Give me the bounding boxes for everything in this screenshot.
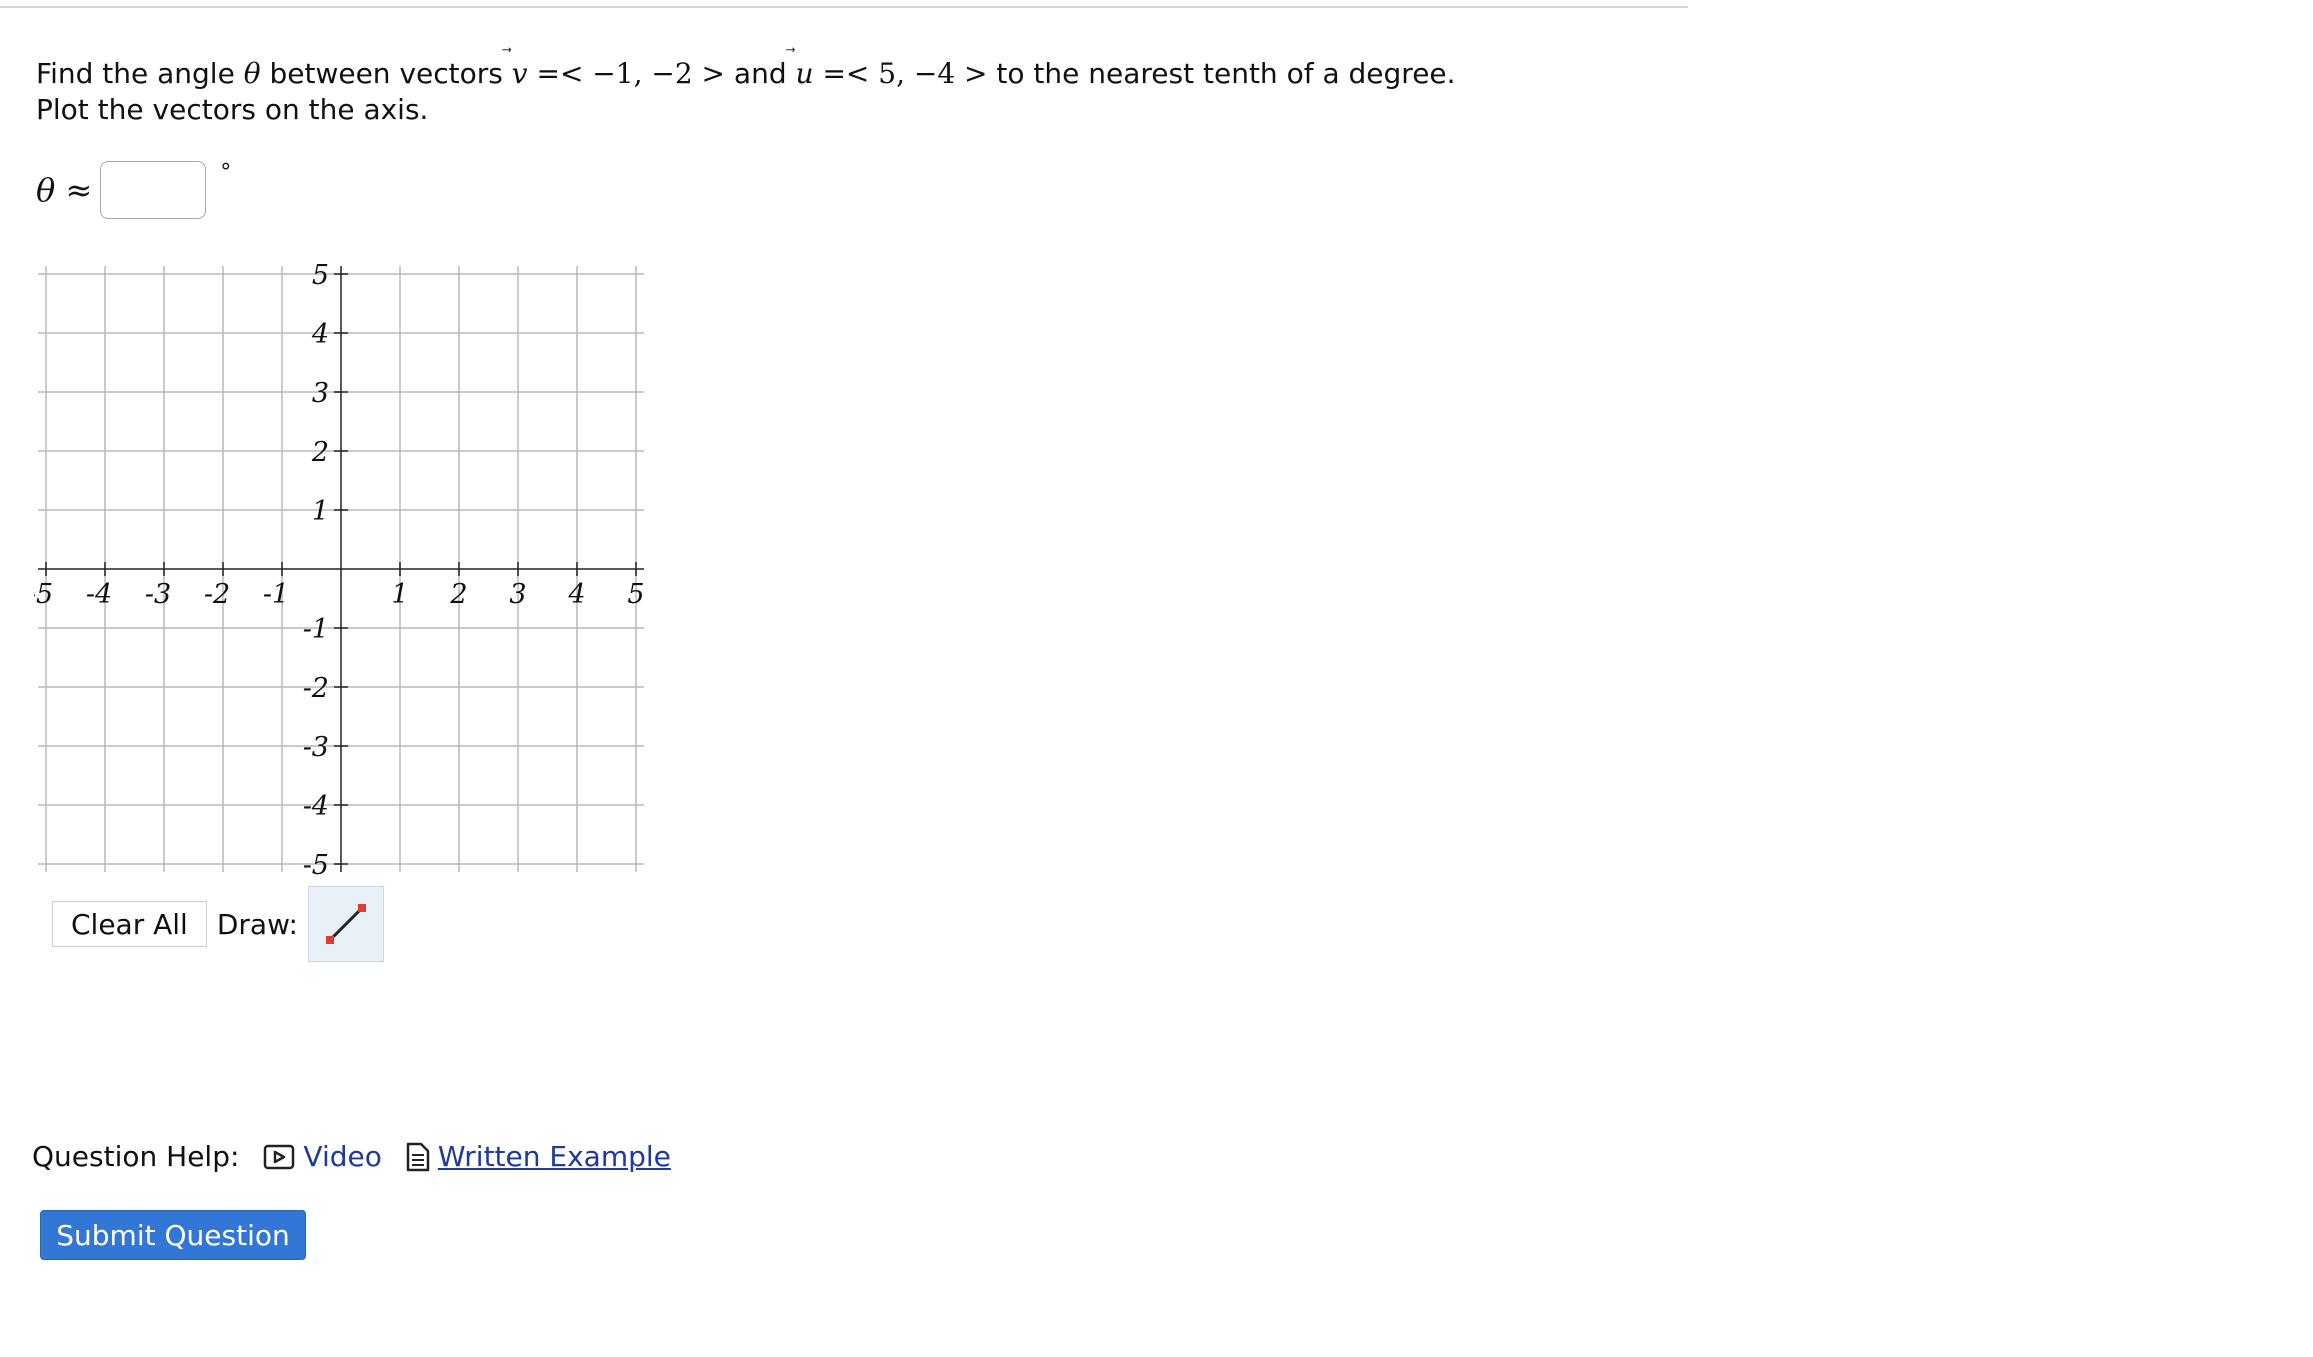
theta-symbol: θ <box>243 57 261 90</box>
question-intro: Find the angle <box>36 57 244 90</box>
question-between: between vectors <box>260 57 512 90</box>
video-link[interactable]: Video <box>263 1140 382 1173</box>
video-link-label: Video <box>303 1140 382 1173</box>
y-tick-label: -2 <box>303 673 329 704</box>
question-line-1: Find the angle θ between vectors v⃗ =< −… <box>36 56 1456 92</box>
question-tail: to the nearest tenth of a degree. <box>996 57 1456 90</box>
angle-answer-input[interactable] <box>100 161 207 219</box>
y-tick-label: 1 <box>312 496 329 527</box>
x-tick-label: -2 <box>204 579 230 610</box>
vector-graph[interactable]: -5 -4 -3 -2 -1 1 2 3 4 5 5 4 3 2 1 -1 -2 -3 -4 -5 <box>34 262 654 882</box>
written-example-label: Written Example <box>437 1140 671 1173</box>
document-icon <box>406 1142 430 1172</box>
question-help: Question Help: Video Written Example <box>32 1140 695 1173</box>
x-tick-label: 1 <box>391 579 408 610</box>
question-line-2: Plot the vectors on the axis. <box>36 93 429 126</box>
y-tick-label: 2 <box>311 437 329 468</box>
y-tick-label: 5 <box>312 262 329 291</box>
x-tick-label: -4 <box>86 579 112 610</box>
answer-row: θ ≈ ° <box>36 160 231 220</box>
vector-tool-icon <box>325 904 366 944</box>
x-tick-label: 2 <box>449 579 467 610</box>
x-tick-label: -3 <box>145 579 171 610</box>
vector-u: u⃗ =< 5, −4 > <box>795 57 997 90</box>
x-tick-label: 5 <box>627 579 644 610</box>
clear-all-button[interactable]: Clear All <box>52 901 207 947</box>
top-divider <box>0 6 1688 8</box>
y-tick-label: -4 <box>303 791 329 822</box>
theta-approx-label: θ ≈ <box>36 171 93 209</box>
vector-tool-button[interactable] <box>307 886 384 962</box>
graph-controls: Clear All Draw: <box>52 886 384 962</box>
degree-unit: ° <box>220 159 232 185</box>
question-help-label: Question Help: <box>32 1140 240 1173</box>
question-and: and <box>733 57 796 90</box>
submit-question-button[interactable]: Submit Question <box>40 1210 306 1260</box>
page: Find the angle θ between vectors v⃗ =< −… <box>0 0 2313 1357</box>
written-example-link[interactable]: Written Example <box>406 1140 671 1173</box>
y-tick-label: -3 <box>303 732 329 763</box>
x-tick-label: 3 <box>509 579 526 610</box>
draw-label: Draw: <box>216 907 298 941</box>
x-tick-label: -1 <box>263 579 289 610</box>
y-tick-label: 3 <box>312 378 329 409</box>
x-tick-label: -5 <box>34 579 53 610</box>
question-text: Find the angle θ between vectors v⃗ =< −… <box>36 56 1456 128</box>
vector-v: v⃗ =< −1, −2 > <box>511 57 734 90</box>
y-tick-label: 4 <box>311 319 329 350</box>
x-tick-label: 4 <box>567 579 585 610</box>
y-tick-label: -5 <box>303 850 329 881</box>
y-tick-label: -1 <box>303 614 329 645</box>
video-icon <box>263 1144 295 1170</box>
